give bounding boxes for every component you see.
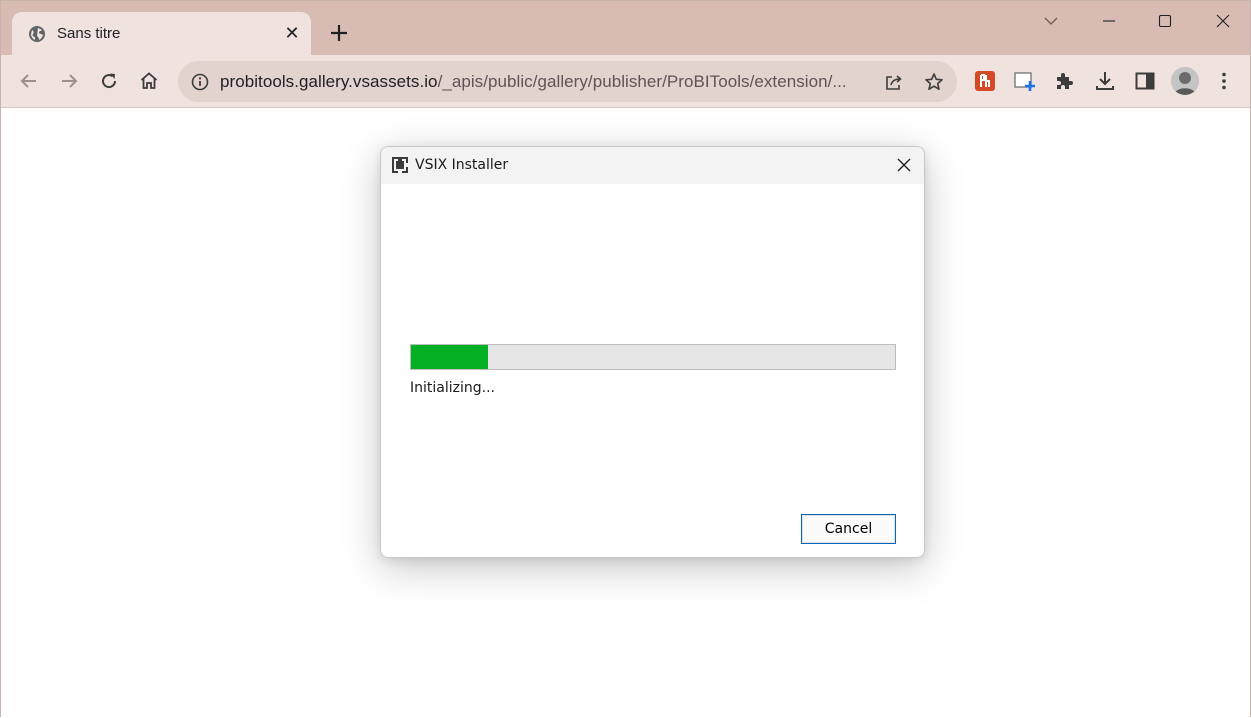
- vsix-installer-dialog: VSIX Installer Initializing... Cancel: [380, 146, 925, 558]
- address-bar[interactable]: probitools.gallery.vsassets.io/_apis/pub…: [178, 61, 957, 102]
- vsix-installer-icon: [392, 157, 408, 173]
- puzzle-icon[interactable]: [1053, 69, 1077, 93]
- site-info-icon[interactable]: [190, 72, 210, 92]
- url-path: /_apis/public/gallery/publisher/ProBIToo…: [437, 72, 847, 91]
- dialog-title: VSIX Installer: [415, 157, 509, 173]
- progress-fill: [411, 345, 489, 369]
- tab-sans-titre[interactable]: Sans titre ✕: [12, 12, 311, 55]
- share-icon[interactable]: [883, 71, 905, 93]
- avatar[interactable]: [1171, 67, 1199, 95]
- red-extension-icon[interactable]: [973, 69, 997, 93]
- forward-icon[interactable]: [57, 69, 81, 93]
- home-icon[interactable]: [137, 69, 161, 93]
- reload-icon[interactable]: [97, 69, 121, 93]
- install-progress-bar: [410, 344, 896, 370]
- url-text[interactable]: probitools.gallery.vsassets.io/_apis/pub…: [220, 72, 865, 92]
- avatar-image: [1171, 67, 1199, 95]
- download-icon[interactable]: [1093, 69, 1117, 93]
- chevron-down-icon[interactable]: [1039, 9, 1063, 33]
- status-text: Initializing...: [410, 380, 495, 396]
- close-icon[interactable]: [1211, 9, 1235, 33]
- tab-title: Sans titre: [57, 25, 121, 42]
- cancel-button[interactable]: Cancel: [801, 514, 896, 544]
- maximize-icon[interactable]: [1153, 9, 1177, 33]
- sidepanel-icon[interactable]: [1133, 69, 1157, 93]
- url-host: probitools.gallery.vsassets.io: [220, 72, 438, 91]
- new-tab-button[interactable]: [327, 21, 351, 45]
- screenshot-extension-icon[interactable]: [1013, 69, 1037, 93]
- dialog-titlebar[interactable]: VSIX Installer: [381, 147, 924, 184]
- globe-icon: [29, 26, 45, 42]
- dialog-close-icon[interactable]: [895, 156, 913, 174]
- tab-close-icon[interactable]: ✕: [282, 23, 302, 43]
- kebab-menu-icon[interactable]: [1212, 69, 1236, 93]
- minimize-icon[interactable]: [1097, 9, 1121, 33]
- bookmark-star-icon[interactable]: [923, 71, 945, 93]
- cancel-button-label: Cancel: [824, 521, 873, 537]
- browser-toolbar: probitools.gallery.vsassets.io/_apis/pub…: [1, 55, 1250, 108]
- back-icon[interactable]: [17, 69, 41, 93]
- tab-strip: Sans titre ✕: [1, 1, 1250, 55]
